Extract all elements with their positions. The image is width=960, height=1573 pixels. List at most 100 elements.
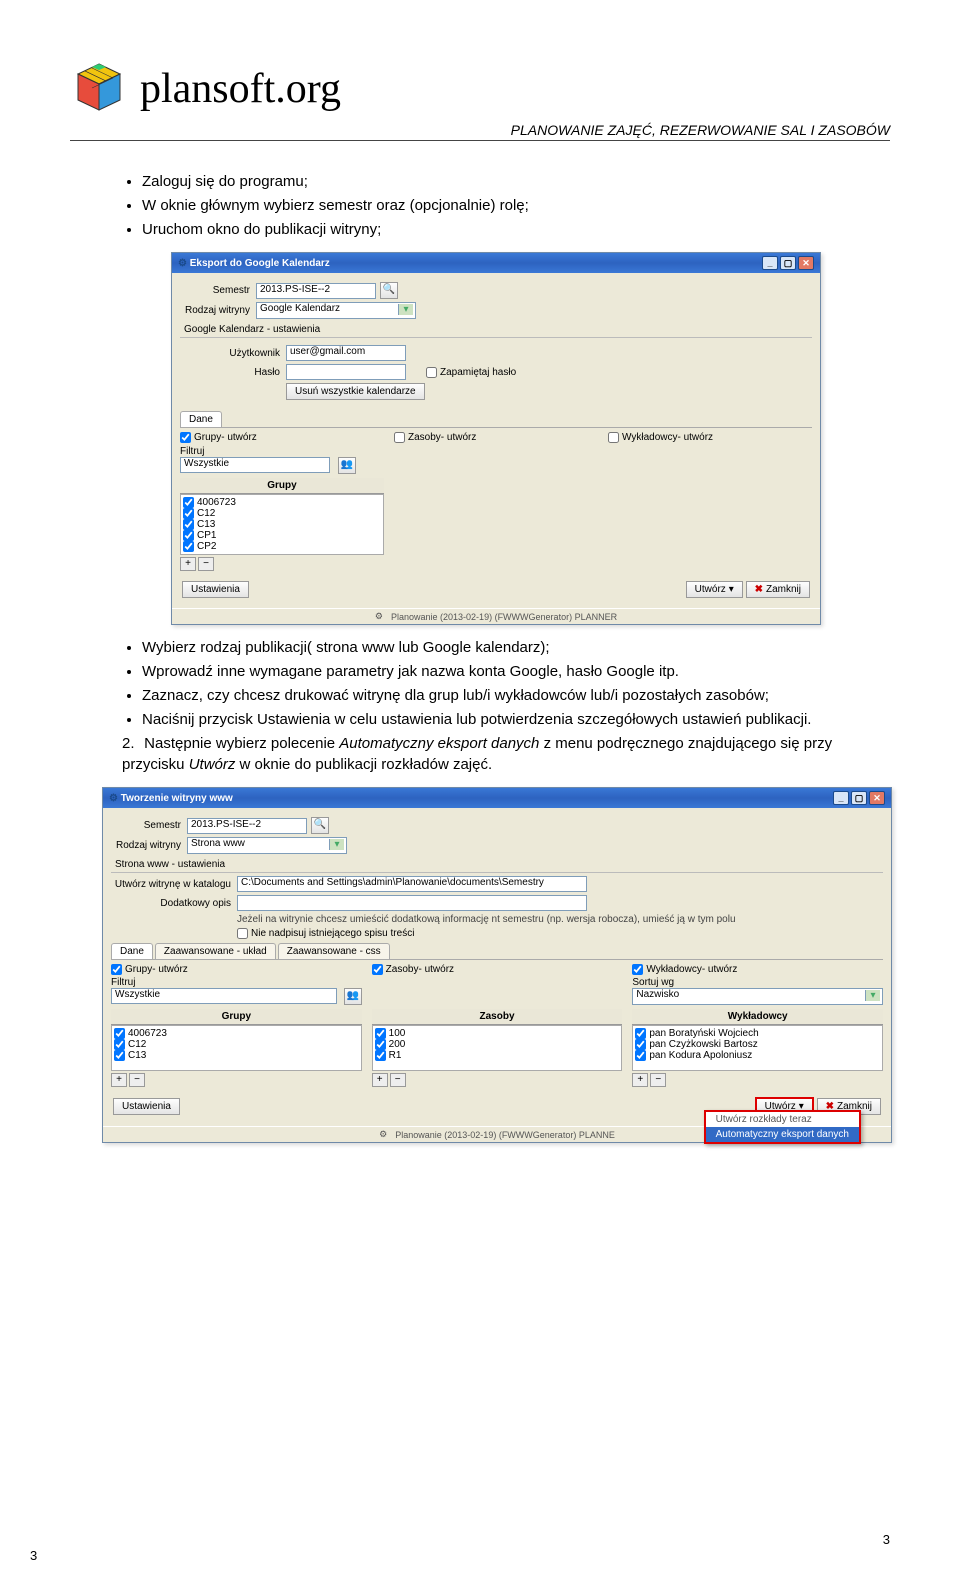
list-item[interactable]: pan Czyżkowski Bartosz xyxy=(635,1039,880,1050)
checkbox-nie-nadpisuj[interactable]: Nie nadpisuj istniejącego spisu treści xyxy=(237,928,414,939)
plus-button[interactable]: + xyxy=(632,1073,648,1087)
label-rodzaj: Rodzaj witryny xyxy=(111,840,181,851)
checkbox-grupy[interactable]: Grupy- utwórz xyxy=(111,964,362,975)
logo-cube-icon xyxy=(70,60,128,118)
window-title: Tworzenie witryny www xyxy=(121,793,233,804)
brand-text: plansoft.org xyxy=(140,65,341,113)
tab-dane[interactable]: Dane xyxy=(111,943,153,959)
list-item[interactable]: pan Kodura Apoloniusz xyxy=(635,1050,880,1061)
minus-button[interactable]: − xyxy=(198,557,214,571)
tab-css[interactable]: Zaawansowane - css xyxy=(278,943,390,959)
plus-button[interactable]: + xyxy=(111,1073,127,1087)
gear-icon: ⚙ xyxy=(379,1129,387,1140)
label-sortuj: Sortuj wg xyxy=(632,977,883,988)
listbox-wykladowcy[interactable]: pan Boratyński Wojciech pan Czyżkowski B… xyxy=(632,1025,883,1071)
input-filtruj[interactable]: Wszystkie xyxy=(111,988,337,1004)
checkbox-grupy[interactable]: Grupy- utwórz xyxy=(180,432,384,443)
close-button[interactable]: ✕ xyxy=(869,791,885,805)
input-semestr[interactable]: 2013.PS-ISE--2 xyxy=(256,283,376,299)
maximize-button[interactable]: ▢ xyxy=(851,791,867,805)
bullet-list-b: Wybierz rodzaj publikacji( strona www lu… xyxy=(142,637,890,730)
bullet-item: Zaznacz, czy chcesz drukować witrynę dla… xyxy=(142,685,890,706)
page-number-right: 3 xyxy=(883,1532,890,1547)
input-katalog[interactable]: C:\Documents and Settings\admin\Planowan… xyxy=(237,876,587,892)
list-item[interactable]: 100 xyxy=(375,1028,620,1039)
input-dodatkowy[interactable] xyxy=(237,895,587,911)
minus-button[interactable]: − xyxy=(129,1073,145,1087)
bullet-item: Uruchom okno do publikacji witryny; xyxy=(142,219,890,240)
lookup-button[interactable]: 🔍 xyxy=(311,817,329,834)
close-button[interactable]: ✕ xyxy=(798,256,814,270)
input-semestr[interactable]: 2013.PS-ISE--2 xyxy=(187,818,307,834)
checkbox-zasoby[interactable]: Zasoby- utwórz xyxy=(394,432,598,443)
checkbox-remember[interactable]: Zapamiętaj hasło xyxy=(426,367,516,378)
checkbox-wykladowcy[interactable]: Wykładowcy- utwórz xyxy=(632,964,883,975)
input-password[interactable] xyxy=(286,364,406,380)
menu-item-utworz-teraz[interactable]: Utwórz rozkłady teraz xyxy=(706,1112,859,1127)
dropdown-menu-utworz: Utwórz rozkłady teraz Automatyczny ekspo… xyxy=(704,1110,861,1144)
list-item[interactable]: C12 xyxy=(183,508,381,519)
select-rodzaj[interactable]: Strona www xyxy=(187,837,347,854)
list-item[interactable]: 4006723 xyxy=(114,1028,359,1039)
minimize-button[interactable]: _ xyxy=(762,256,778,270)
list-item[interactable]: 200 xyxy=(375,1039,620,1050)
minus-button[interactable]: − xyxy=(650,1073,666,1087)
gear-icon: ⚙ xyxy=(178,258,187,269)
status-bar: ⚙ Planowanie (2013-02-19) (FWWWGenerator… xyxy=(172,608,820,624)
list-item[interactable]: CP1 xyxy=(183,530,381,541)
minimize-button[interactable]: _ xyxy=(833,791,849,805)
window-titlebar: ⚙ Tworzenie witryny www _ ▢ ✕ xyxy=(103,788,891,808)
filter-lookup-button[interactable]: 👥 xyxy=(344,988,362,1005)
numbered-step-2: 2. Następnie wybierz polecenie Automatyc… xyxy=(122,733,890,775)
bullet-item: W oknie głównym wybierz semestr oraz (op… xyxy=(142,195,890,216)
subtitle-row: PLANOWANIE ZAJĘĆ, REZERWOWANIE SAL I ZAS… xyxy=(70,122,890,141)
window-title: Eksport do Google Kalendarz xyxy=(190,258,330,269)
window-titlebar: ⚙ Eksport do Google Kalendarz _ ▢ ✕ xyxy=(172,253,820,273)
button-ustawienia[interactable]: Ustawienia xyxy=(113,1098,180,1115)
bullet-item: Wprowadź inne wymagane parametry jak naz… xyxy=(142,661,890,682)
listbox-zasoby[interactable]: 100 200 R1 xyxy=(372,1025,623,1071)
bullet-item: Wybierz rodzaj publikacji( strona www lu… xyxy=(142,637,890,658)
input-user[interactable]: user@gmail.com xyxy=(286,345,406,361)
label-password: Hasło xyxy=(210,367,280,378)
label-rodzaj: Rodzaj witryny xyxy=(180,305,250,316)
button-zamknij[interactable]: ✖ Zamknij xyxy=(746,581,810,598)
minus-button[interactable]: − xyxy=(390,1073,406,1087)
hint-text: Jeżeli na witrynie chcesz umieścić dodat… xyxy=(237,914,883,925)
input-filtruj[interactable]: Wszystkie xyxy=(180,457,330,473)
checkbox-zasoby[interactable]: Zasoby- utwórz xyxy=(372,964,623,975)
list-item[interactable]: C13 xyxy=(114,1050,359,1061)
checkbox-wykladowcy[interactable]: Wykładowcy- utwórz xyxy=(608,432,812,443)
bullet-item: Naciśnij przycisk Ustawienia w celu usta… xyxy=(142,709,890,730)
filter-lookup-button[interactable]: 👥 xyxy=(338,457,356,474)
label-semestr: Semestr xyxy=(180,285,250,296)
button-ustawienia[interactable]: Ustawienia xyxy=(182,581,249,598)
tab-dane[interactable]: Dane xyxy=(180,411,222,427)
tab-uklad[interactable]: Zaawansowane - układ xyxy=(155,943,276,959)
list-item[interactable]: C13 xyxy=(183,519,381,530)
listbox-grupy[interactable]: 4006723 C12 C13 xyxy=(111,1025,362,1071)
label-filtruj: Filtruj xyxy=(180,446,812,457)
select-sortuj[interactable]: Nazwisko xyxy=(632,988,883,1005)
select-rodzaj[interactable]: Google Kalendarz xyxy=(256,302,416,319)
label-katalog: Utwórz witrynę w katalogu xyxy=(111,879,231,890)
list-item[interactable]: pan Boratyński Wojciech xyxy=(635,1028,880,1039)
bullet-list-a: Zaloguj się do programu; W oknie głównym… xyxy=(142,171,890,240)
col-head-grupy: Grupy xyxy=(111,1009,362,1025)
window-tworzenie-witryny: ⚙ Tworzenie witryny www _ ▢ ✕ Semestr 20… xyxy=(102,787,892,1143)
status-bar: ⚙ Planowanie (2013-02-19) (FWWWGenerator… xyxy=(103,1126,891,1142)
list-item[interactable]: R1 xyxy=(375,1050,620,1061)
list-item[interactable]: C12 xyxy=(114,1039,359,1050)
menu-item-auto-export[interactable]: Automatyczny eksport danych xyxy=(706,1127,859,1142)
plus-button[interactable]: + xyxy=(372,1073,388,1087)
listbox-grupy[interactable]: 4006723 C12 C13 CP1 CP2 xyxy=(180,494,384,555)
button-utworz[interactable]: Utwórz ▾ xyxy=(686,581,743,598)
list-item[interactable]: 4006723 xyxy=(183,497,381,508)
maximize-button[interactable]: ▢ xyxy=(780,256,796,270)
bullet-item: Zaloguj się do programu; xyxy=(142,171,890,192)
plus-button[interactable]: + xyxy=(180,557,196,571)
list-item[interactable]: CP2 xyxy=(183,541,381,552)
lookup-button[interactable]: 🔍 xyxy=(380,282,398,299)
page-header: plansoft.org xyxy=(70,60,890,118)
button-delete-calendars[interactable]: Usuń wszystkie kalendarze xyxy=(286,383,425,400)
